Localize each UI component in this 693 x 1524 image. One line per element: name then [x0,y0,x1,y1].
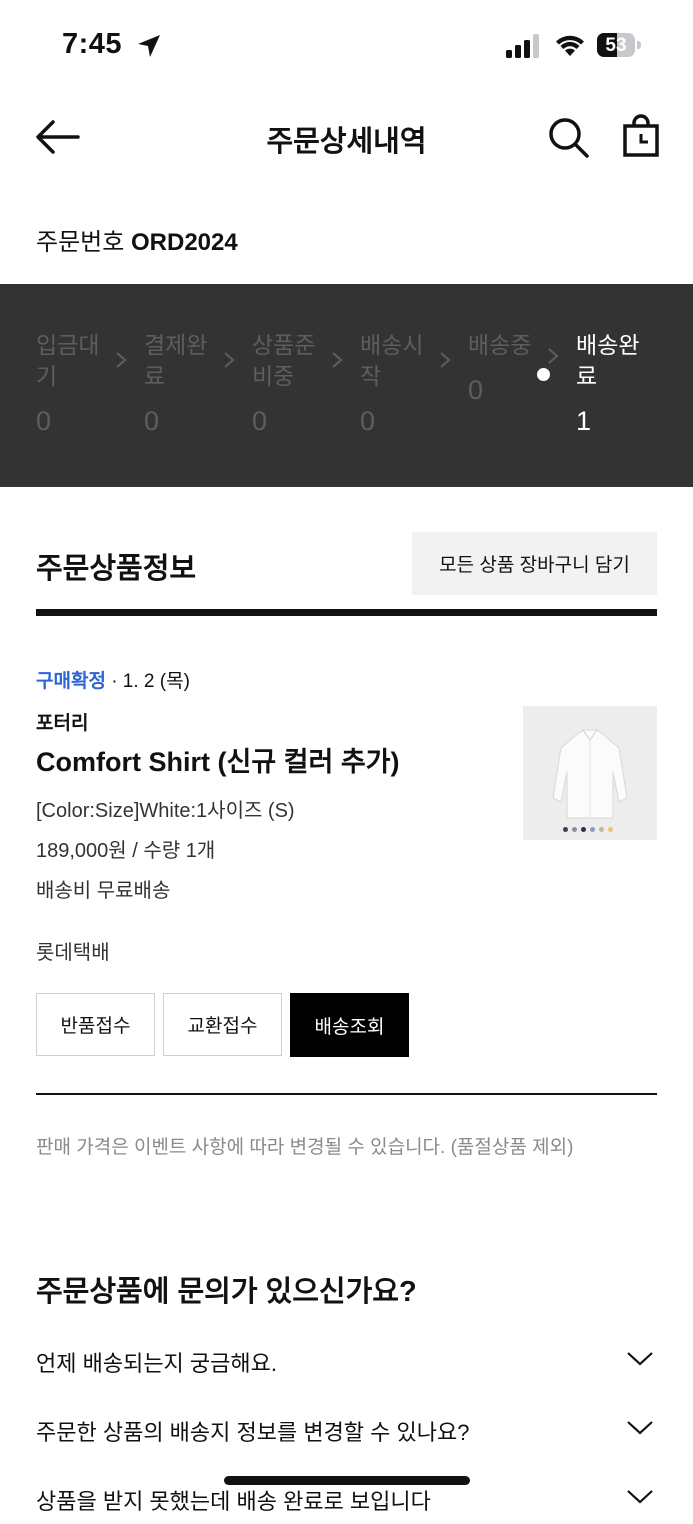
faq-question: 언제 배송되는지 궁금해요. [36,1351,277,1376]
shirt-image [523,706,657,840]
home-indicator[interactable] [224,1476,470,1485]
order-number-value: ORD2024 [131,229,238,256]
progress-step-count: 0 [252,406,268,436]
price-notice: 판매 가격은 이벤트 사항에 따라 변경될 수 있습니다. (품절상품 제외) [36,1137,574,1158]
location-arrow-icon [138,35,160,57]
progress-step-label: 배송중 [468,332,532,358]
wifi-icon [556,35,584,56]
product-thumbnail[interactable] [523,706,657,840]
purchase-confirmed-badge: 구매확정 [36,671,106,692]
progress-step-count: 0 [144,406,160,436]
color-swatch [563,827,568,832]
chevron-right-icon [548,348,559,364]
progress-step-count: 1 [576,406,592,436]
color-swatch [608,827,613,832]
order-number-label: 주문번호 [36,229,125,256]
progress-step-delivered: 배송완료 1 [576,330,654,437]
faq-question: 주문한 상품의 배송지 정보를 변경할 수 있나요? [36,1420,470,1445]
color-swatch [572,827,577,832]
progress-step-count: 0 [36,406,52,436]
progress-step-label: 상품준비중 [252,332,316,389]
progress-step-label: 결제완료 [144,332,208,389]
shopping-bag-icon[interactable] [622,114,660,158]
purchase-status: 구매확정 · 1. 2 (목) [36,666,190,693]
order-number-redaction [195,254,455,260]
progress-step-label: 입금대기 [36,332,100,389]
chevron-down-icon [627,1421,653,1435]
color-swatch [581,827,586,832]
return-request-button[interactable]: 반품접수 [36,993,155,1056]
color-swatch [590,827,595,832]
section-divider [36,609,657,616]
shipping-fee: 배송비 무료배송 [36,880,171,902]
courier-name: 롯데택배 [36,942,110,964]
exchange-request-button[interactable]: 교환접수 [163,993,282,1056]
search-icon[interactable] [546,115,590,159]
progress-step-shipping-started: 배송시작 0 [360,330,438,437]
progress-step-label: 배송시작 [360,332,424,389]
progress-step-in-transit: 배송중 0 [468,330,546,406]
faq-title: 주문상품에 문의가 있으신가요? [36,1276,417,1308]
product-option: [Color:Size]White:1사이즈 (S) [36,800,295,822]
faq-question: 상품을 받지 못했는데 배송 완료로 보입니다 [36,1489,431,1514]
product-price-quantity: 189,000원 / 수량 1개 [36,840,216,862]
progress-step-payment-complete: 결제완료 0 [144,330,222,437]
chevron-down-icon [627,1352,653,1366]
progress-step-awaiting-deposit: 입금대기 0 [36,330,114,437]
chevron-right-icon [116,352,127,368]
status-time: 7:45 [62,28,123,60]
chevron-right-icon [224,352,235,368]
chevron-right-icon [332,352,343,368]
order-items-title: 주문상품정보 [36,553,197,585]
progress-step-preparing: 상품준비중 0 [252,330,330,437]
cellular-signal-icon [506,34,539,58]
color-swatch [599,827,604,832]
current-step-dot [537,368,550,381]
progress-step-label: 배송완료 [576,332,640,389]
order-progress-strip: 입금대기 0 결제완료 0 상품준비중 0 배송시작 0 배송중 0 배송완료 … [0,284,693,487]
progress-step-count: 0 [468,375,484,405]
chevron-down-icon [627,1490,653,1504]
purchase-date: · 1. 2 (목) [105,671,190,692]
track-delivery-button[interactable]: 배송조회 [290,993,409,1057]
faq-item[interactable]: 언제 배송되는지 궁금해요. [36,1336,657,1386]
product-name[interactable]: Comfort Shirt (신규 컬러 추가) [36,740,400,779]
order-number: 주문번호 ORD2024 [36,222,238,257]
tracking-number-redaction [112,934,242,964]
faq-item[interactable]: 주문한 상품의 배송지 정보를 변경할 수 있나요? [36,1405,657,1455]
brand-name[interactable]: 포터리 [36,708,88,735]
battery-indicator: 53 [597,33,643,57]
chevron-right-icon [440,352,451,368]
content-divider [36,1093,657,1095]
add-all-to-cart-button[interactable]: 모든 상품 장바구니 담기 [412,532,657,595]
battery-percent: 53 [605,35,627,56]
progress-step-count: 0 [360,406,376,436]
